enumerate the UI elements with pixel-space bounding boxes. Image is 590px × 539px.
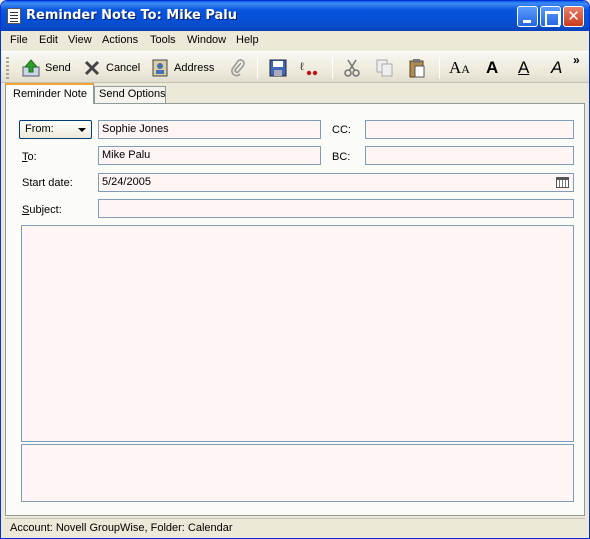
note-icon xyxy=(7,8,21,24)
send-label: Send xyxy=(45,62,71,74)
address-label: Address xyxy=(174,62,215,74)
reminder-note-panel: From: Sophie Jones CC: To: Mike Palu BC:… xyxy=(5,103,585,516)
to-field[interactable]: Mike Palu xyxy=(98,146,321,165)
bc-label: BC: xyxy=(332,151,351,163)
address-button[interactable]: Address xyxy=(151,56,214,80)
toolbar-separator xyxy=(332,57,333,79)
from-dropdown-button[interactable]: From: xyxy=(19,120,92,139)
font-size-icon[interactable]: AA xyxy=(449,58,470,78)
chevron-down-icon xyxy=(78,128,86,132)
minimize-button[interactable] xyxy=(517,6,538,27)
paste-icon[interactable] xyxy=(408,58,426,78)
menu-tools[interactable]: Tools xyxy=(150,34,176,46)
window-title: Reminder Note To: Mike Palu xyxy=(26,8,238,23)
tab-send-options[interactable]: Send Options xyxy=(94,86,166,103)
cancel-label: Cancel xyxy=(106,62,141,74)
calendar-icon[interactable] xyxy=(556,177,569,188)
maximize-button[interactable] xyxy=(540,6,561,27)
menu-window[interactable]: Window xyxy=(187,34,226,46)
cc-field[interactable] xyxy=(365,120,574,139)
italic-icon[interactable]: A xyxy=(551,58,562,78)
close-button[interactable]: ✕ xyxy=(563,6,584,27)
paperclip-icon[interactable] xyxy=(229,59,247,77)
copy-icon[interactable] xyxy=(376,59,394,77)
to-label: To: xyxy=(22,151,37,163)
menu-bar: File Edit View Actions Tools Window Help xyxy=(1,31,589,50)
from-field[interactable]: Sophie Jones xyxy=(98,120,321,139)
menu-view[interactable]: View xyxy=(68,34,92,46)
bold-icon[interactable]: A xyxy=(486,58,498,78)
cancel-x-icon xyxy=(83,59,101,77)
tab-reminder-note[interactable]: Reminder Note xyxy=(5,83,94,104)
subject-label: Subject: xyxy=(22,204,62,216)
start-date-field[interactable]: 5/24/2005 xyxy=(98,173,574,192)
title-bar[interactable]: Reminder Note To: Mike Palu ✕ xyxy=(1,1,589,31)
cancel-button[interactable]: Cancel xyxy=(83,56,140,80)
cc-label: CC: xyxy=(332,124,351,136)
start-date-value: 5/24/2005 xyxy=(102,176,151,188)
message-body[interactable] xyxy=(21,225,574,442)
status-bar: Account: Novell GroupWise, Folder: Calen… xyxy=(5,518,585,537)
menu-file[interactable]: File xyxy=(10,34,28,46)
cut-icon[interactable] xyxy=(343,59,361,77)
toolbar-grip[interactable] xyxy=(6,57,9,79)
bc-field[interactable] xyxy=(365,146,574,165)
menu-help[interactable]: Help xyxy=(236,34,259,46)
underline-icon[interactable]: A xyxy=(518,58,529,78)
menu-actions[interactable]: Actions xyxy=(102,34,138,46)
address-book-icon xyxy=(151,59,169,77)
save-icon[interactable] xyxy=(269,59,287,77)
start-date-label: Start date: xyxy=(22,177,73,189)
attachment-area[interactable] xyxy=(21,444,574,502)
toolbar: Send Cancel Address ℓ AA A A A » xyxy=(1,51,589,83)
menu-edit[interactable]: Edit xyxy=(39,34,58,46)
toolbar-separator xyxy=(257,57,258,79)
spell-check-icon[interactable]: ℓ xyxy=(300,59,318,77)
close-icon: ✕ xyxy=(567,7,580,25)
reminder-note-window: Reminder Note To: Mike Palu ✕ File Edit … xyxy=(0,0,590,539)
subject-field[interactable] xyxy=(98,199,574,218)
svg-text:ℓ: ℓ xyxy=(300,61,304,73)
toolbar-overflow-chevron-icon[interactable]: » xyxy=(573,53,580,67)
from-label: From: xyxy=(25,123,54,135)
toolbar-separator xyxy=(439,57,440,79)
send-icon xyxy=(22,59,40,77)
send-button[interactable]: Send xyxy=(22,56,71,80)
